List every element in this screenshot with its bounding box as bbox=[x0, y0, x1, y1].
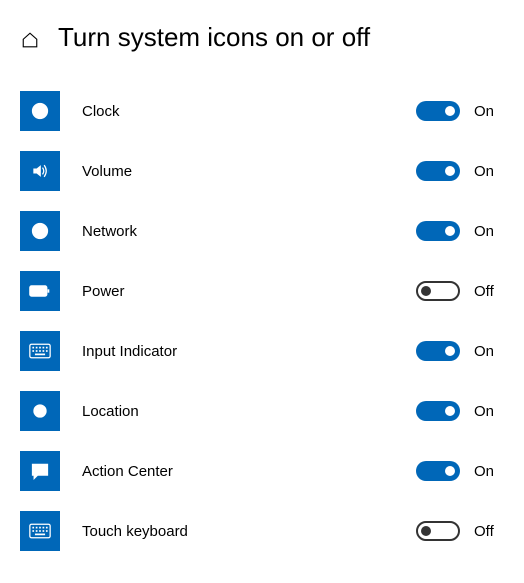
label-clock: Clock bbox=[82, 103, 416, 120]
toggle-input-indicator[interactable] bbox=[416, 341, 460, 361]
toggle-touch-keyboard[interactable] bbox=[416, 521, 460, 541]
state-location: On bbox=[474, 403, 504, 420]
page-title: Turn system icons on or off bbox=[58, 22, 370, 53]
state-volume: On bbox=[474, 163, 504, 180]
label-action-center: Action Center bbox=[82, 463, 416, 480]
state-clock: On bbox=[474, 103, 504, 120]
row-volume: Volume On bbox=[20, 141, 504, 201]
toggle-network[interactable] bbox=[416, 221, 460, 241]
system-icons-list: Clock On Volume On Network On Power Off Input In… bbox=[20, 81, 504, 561]
label-network: Network bbox=[82, 223, 416, 240]
label-power: Power bbox=[82, 283, 416, 300]
row-action-center: Action Center On bbox=[20, 441, 504, 501]
toggle-action-center[interactable] bbox=[416, 461, 460, 481]
toggle-power[interactable] bbox=[416, 281, 460, 301]
state-input-indicator: On bbox=[474, 343, 504, 360]
row-location: Location On bbox=[20, 381, 504, 441]
toggle-location[interactable] bbox=[416, 401, 460, 421]
power-icon bbox=[20, 271, 60, 311]
toggle-volume[interactable] bbox=[416, 161, 460, 181]
row-power: Power Off bbox=[20, 261, 504, 321]
state-action-center: On bbox=[474, 463, 504, 480]
state-touch-keyboard: Off bbox=[474, 523, 504, 540]
action-center-icon bbox=[20, 451, 60, 491]
label-input-indicator: Input Indicator bbox=[82, 343, 416, 360]
touch-keyboard-icon bbox=[20, 511, 60, 551]
row-clock: Clock On bbox=[20, 81, 504, 141]
clock-icon bbox=[20, 91, 60, 131]
row-input-indicator: Input Indicator On bbox=[20, 321, 504, 381]
state-power: Off bbox=[474, 283, 504, 300]
volume-icon bbox=[20, 151, 60, 191]
location-icon bbox=[20, 391, 60, 431]
input-indicator-icon bbox=[20, 331, 60, 371]
state-network: On bbox=[474, 223, 504, 240]
toggle-clock[interactable] bbox=[416, 101, 460, 121]
label-touch-keyboard: Touch keyboard bbox=[82, 523, 416, 540]
label-volume: Volume bbox=[82, 163, 416, 180]
row-network: Network On bbox=[20, 201, 504, 261]
home-icon[interactable] bbox=[20, 30, 40, 50]
network-icon bbox=[20, 211, 60, 251]
row-touch-keyboard: Touch keyboard Off bbox=[20, 501, 504, 561]
label-location: Location bbox=[82, 403, 416, 420]
